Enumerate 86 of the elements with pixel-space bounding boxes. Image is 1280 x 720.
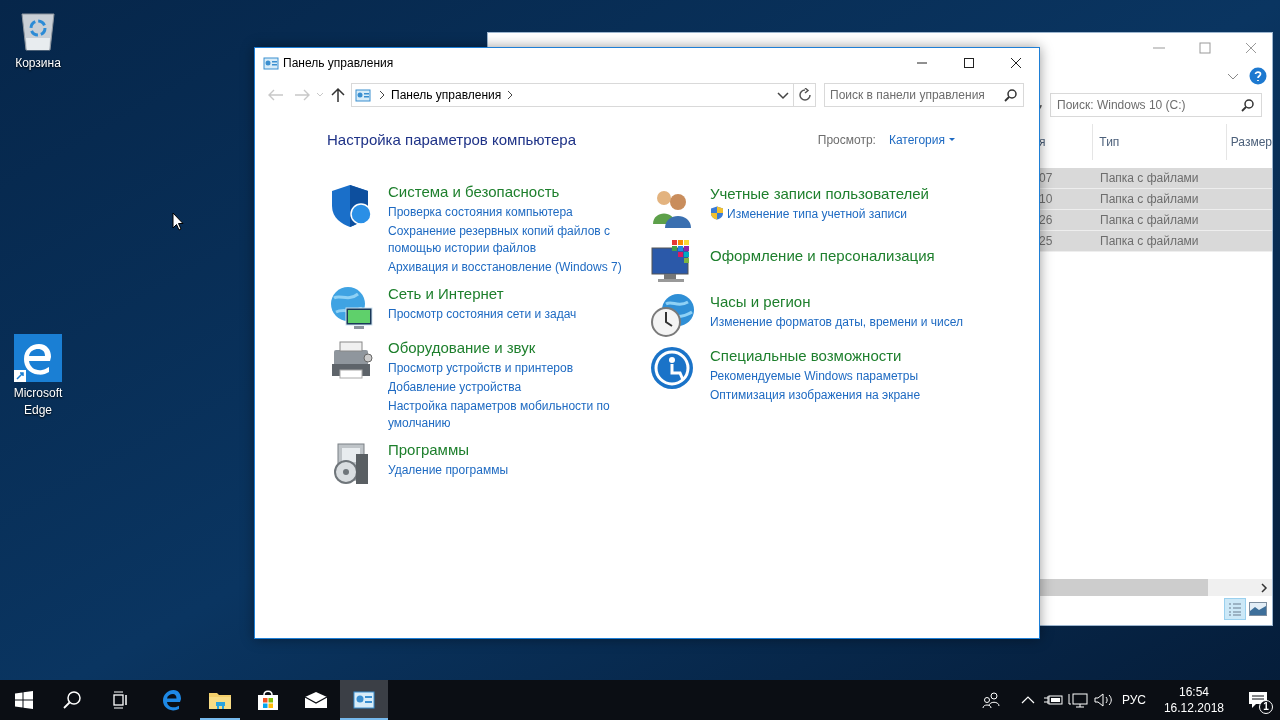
message-icon	[1248, 691, 1268, 709]
refresh-button[interactable]	[794, 83, 816, 107]
task-link[interactable]: Просмотр устройств и принтеров	[388, 359, 574, 377]
start-icon	[15, 691, 33, 709]
search-icon	[1004, 88, 1018, 102]
uac-shield-icon	[710, 206, 724, 220]
column-header[interactable]: Тип	[1092, 124, 1226, 160]
accessibility-icon[interactable]	[650, 345, 696, 392]
category-link[interactable]: Часы и регион	[710, 291, 811, 312]
address-bar[interactable]: Панель управления	[351, 83, 794, 107]
table-cell-text: 07	[1038, 170, 1054, 187]
task-link[interactable]: Рекомендуемые Windows параметры	[710, 367, 919, 385]
clock[interactable]: 16:54 16.12.2018	[1155, 680, 1232, 720]
table-cell-text: Папка с файлами	[1099, 170, 1200, 187]
file-row[interactable]: 25 Папка с файлами	[1038, 231, 1272, 252]
task-view-icon	[111, 691, 129, 709]
task-link[interactable]: Проверка состояния компьютера	[388, 203, 573, 221]
desktop-icon-label: Корзина	[14, 55, 62, 72]
search-icon	[63, 691, 81, 709]
table-cell-text: Папка с файлами	[1099, 191, 1200, 208]
table-cell-text: Папка с файлами	[1099, 212, 1200, 229]
task-link[interactable]: Удаление программы	[388, 461, 509, 479]
caret-icon	[949, 138, 955, 143]
task-link[interactable]: Изменение форматов даты, времени и чисел	[710, 313, 964, 331]
column-header[interactable]: Размер	[1225, 124, 1272, 160]
table-cell-text: 26	[1038, 212, 1054, 229]
search-field[interactable]: Поиск в панели управления	[824, 83, 1024, 107]
category-link[interactable]: Оформление и персонализация	[710, 245, 935, 266]
table-cell-text: 10	[1038, 191, 1054, 208]
file-row[interactable]: 07 Папка с файлами	[1038, 168, 1272, 189]
notifications-button[interactable]: 1	[1236, 680, 1280, 720]
edge-shortcut-icon[interactable]	[14, 334, 62, 382]
view-label: Просмотр:	[817, 132, 876, 150]
table-cell-text: 25	[1038, 233, 1054, 250]
horizontal-scrollbar[interactable]	[1038, 579, 1272, 596]
category-link[interactable]: Программы	[388, 439, 470, 460]
category-link[interactable]: Оборудование и звук	[388, 337, 536, 358]
file-row[interactable]: 10 Папка с файлами	[1038, 189, 1272, 210]
search-icon	[1241, 98, 1255, 112]
speaker-icon	[1092, 692, 1113, 708]
window-title: Панель управления	[283, 55, 395, 72]
category-link[interactable]: Сеть и Интернет	[388, 283, 504, 304]
clock-globe-icon[interactable]	[650, 291, 696, 338]
task-link[interactable]: Оптимизация изображения на экране	[710, 386, 921, 404]
battery-plug-icon	[1043, 693, 1064, 707]
scroll-right-icon[interactable]	[1258, 581, 1270, 594]
column-header[interactable]: я	[1038, 133, 1093, 151]
task-link[interactable]: Архивация и восстановление (Windows 7)	[388, 258, 622, 276]
up-arrow-icon[interactable]	[329, 87, 347, 103]
shopping-bag-icon	[257, 689, 279, 711]
control-panel-icon	[353, 691, 375, 709]
refresh-icon	[797, 88, 812, 102]
taskbar-button[interactable]	[340, 680, 388, 720]
control-panel-icon	[263, 56, 279, 70]
category-link[interactable]: Система и безопасность	[388, 181, 560, 202]
category-link[interactable]: Специальные возможности	[710, 345, 902, 366]
table-cell-text: Папка с файлами	[1099, 233, 1200, 250]
help-icon[interactable]	[1249, 67, 1267, 85]
breadcrumb-link[interactable]: Панель управления	[391, 86, 502, 104]
view-dropdown[interactable]: Категория	[888, 131, 955, 150]
control-panel-icon	[355, 88, 371, 102]
close-icon	[1010, 58, 1021, 68]
chevron-right-icon	[377, 89, 387, 101]
minimize-icon	[916, 62, 927, 64]
file-row[interactable]: 26 Папка с файлами	[1038, 210, 1272, 231]
task-link[interactable]: Добавление устройства	[388, 378, 522, 396]
maximize-icon	[963, 58, 974, 68]
thumbnail-view-icon[interactable]	[1249, 602, 1267, 616]
notification-count: 1	[1259, 700, 1273, 714]
desktop-icon-label: Microsoft Edge	[12, 385, 64, 419]
task-link[interactable]: Настройка параметров мобильности по умолчанию	[388, 397, 630, 432]
folder-icon	[208, 690, 232, 710]
task-link[interactable]: Просмотр состояния сети и задач	[388, 305, 577, 323]
chevron-up-icon	[1020, 695, 1035, 705]
list-icon	[1228, 602, 1242, 616]
edge-icon	[161, 689, 183, 711]
language-indicator[interactable]: РУС	[1115, 680, 1152, 720]
task-link[interactable]: Изменение типа учетной записи	[727, 205, 907, 223]
task-link[interactable]: Сохранение резервных копий файлов с помощью истории файлов	[388, 222, 630, 257]
category-link[interactable]: Учетные записи пользователей	[710, 183, 929, 204]
page-heading: Настройка параметров компьютера	[327, 130, 577, 150]
network-monitor-icon	[1067, 692, 1088, 708]
search-field[interactable]: Поиск: Windows 10 (C:)	[1050, 93, 1262, 117]
envelope-icon	[304, 691, 328, 709]
people-icon	[981, 691, 1000, 709]
mouse-pointer-icon	[172, 212, 184, 231]
